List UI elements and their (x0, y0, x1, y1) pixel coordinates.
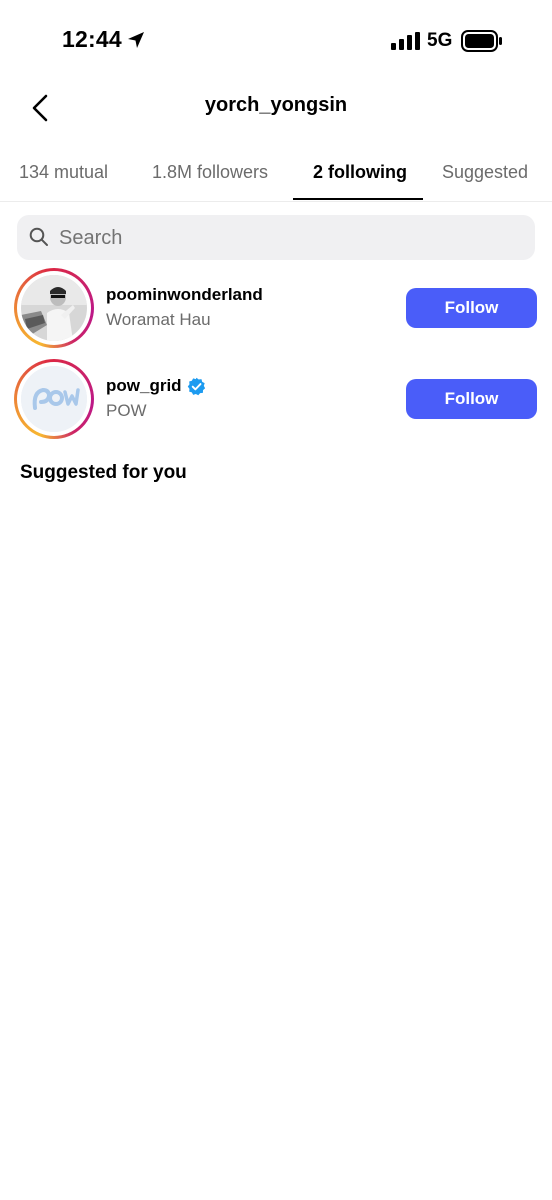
avatar (21, 366, 87, 432)
status-bar: 12:44 5G (0, 0, 552, 80)
follow-button[interactable]: Follow (406, 288, 537, 328)
story-ring[interactable] (14, 359, 94, 439)
location-arrow-icon (126, 30, 146, 55)
tab-suggested[interactable]: Suggested (442, 162, 528, 183)
story-ring[interactable] (14, 268, 94, 348)
page-title: yorch_yongsin (204, 94, 348, 116)
search-bar (17, 215, 535, 262)
suggested-section-title: Suggested for you (20, 462, 187, 483)
status-time: 12:44 (62, 26, 122, 52)
tab-following[interactable]: 2 following (313, 162, 407, 183)
tab-bar: 134 mutual 1.8M followers 2 following Su… (0, 150, 552, 202)
active-tab-indicator (293, 198, 423, 200)
signal-icon (391, 32, 421, 50)
full-name: POW (106, 401, 147, 420)
avatar (21, 275, 87, 341)
search-icon (29, 227, 49, 252)
header: yorch_yongsin (0, 80, 552, 135)
verified-badge-icon (187, 377, 206, 401)
tab-mutual[interactable]: 134 mutual (19, 162, 108, 183)
network-label: 5G (427, 30, 453, 51)
tab-followers[interactable]: 1.8M followers (152, 162, 268, 183)
list-item[interactable]: pow_grid POW Follow (0, 359, 552, 449)
follow-button[interactable]: Follow (406, 379, 537, 419)
list-item[interactable]: poominwonderland Woramat Hau Follow (0, 268, 552, 358)
username[interactable]: pow_grid (106, 376, 182, 396)
full-name: Woramat Hau (106, 310, 211, 329)
search-input[interactable] (57, 215, 521, 262)
username[interactable]: poominwonderland (106, 285, 263, 305)
battery-icon (461, 30, 503, 57)
